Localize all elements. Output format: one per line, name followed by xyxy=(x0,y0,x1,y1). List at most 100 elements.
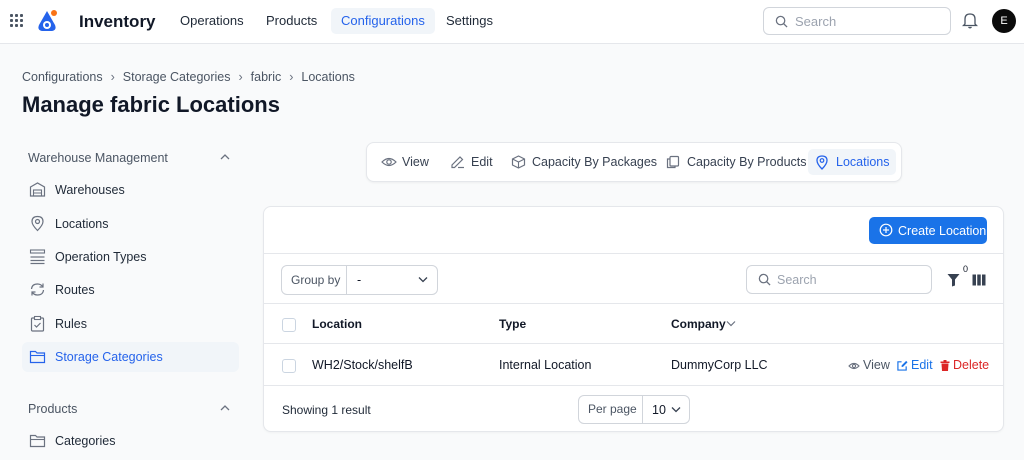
filter-icon[interactable] xyxy=(947,273,960,287)
tab-edit[interactable]: Edit xyxy=(443,149,503,175)
divider xyxy=(264,253,1003,254)
sidebar-item-storage-categories[interactable]: Storage Categories xyxy=(22,342,239,372)
nav-products[interactable]: Products xyxy=(256,8,327,34)
bell-icon[interactable] xyxy=(962,11,978,29)
sidebar-item-label: Locations xyxy=(55,217,109,231)
clipboard-check-icon xyxy=(30,315,45,332)
refresh-icon xyxy=(30,283,45,296)
app-title: Inventory xyxy=(79,12,156,31)
column-header-company[interactable]: Company xyxy=(671,317,726,331)
divider xyxy=(264,303,1003,304)
row-delete-action[interactable]: Delete xyxy=(940,358,989,372)
eye-icon xyxy=(848,362,860,370)
sidebar-item-warehouses[interactable]: Warehouses xyxy=(22,175,239,205)
folder-icon xyxy=(29,350,46,364)
edit-label: Edit xyxy=(911,358,933,372)
tab-capacity-by-products[interactable]: Capacity By Products xyxy=(659,149,807,175)
sidebar-section-warehouse-management[interactable]: Warehouse Management xyxy=(28,151,168,165)
filter-count-badge: 0 xyxy=(963,264,969,274)
breadcrumb: Configurations › Storage Categories › fabric… xyxy=(22,70,355,84)
tab-view[interactable]: View xyxy=(374,149,442,175)
chevron-down-icon[interactable] xyxy=(726,320,736,327)
nav-settings[interactable]: Settings xyxy=(436,8,503,34)
sidebar-section-products[interactable]: Products xyxy=(28,402,77,416)
tab-label: Edit xyxy=(471,155,493,169)
copy-icon xyxy=(666,155,680,169)
search-icon xyxy=(775,15,788,28)
group-by-label: Group by xyxy=(282,266,347,294)
chevron-up-icon[interactable] xyxy=(220,404,230,411)
map-pin-icon xyxy=(31,215,44,232)
tab-label: View xyxy=(402,155,429,169)
global-search-input[interactable]: Search xyxy=(763,7,951,35)
cell-type: Internal Location xyxy=(499,358,592,372)
breadcrumb-storage-categories[interactable]: Storage Categories xyxy=(123,70,231,84)
delete-label: Delete xyxy=(953,358,990,372)
breadcrumb-configurations[interactable]: Configurations xyxy=(22,70,103,84)
search-icon xyxy=(758,273,771,286)
breadcrumb-fabric[interactable]: fabric xyxy=(251,70,282,84)
column-header-type[interactable]: Type xyxy=(499,317,526,331)
package-icon xyxy=(511,155,526,169)
chevron-down-icon xyxy=(418,277,428,283)
nav-operations[interactable]: Operations xyxy=(170,8,254,34)
group-by-select[interactable]: Group by - xyxy=(281,265,438,295)
divider xyxy=(264,343,1003,344)
per-page-value: 10 xyxy=(652,403,666,417)
chevron-up-icon[interactable] xyxy=(220,153,230,160)
chevron-right-icon: › xyxy=(289,70,294,84)
trash-icon xyxy=(940,360,950,371)
map-pin-icon xyxy=(816,155,828,170)
folder-icon xyxy=(29,434,46,448)
sidebar-item-label: Warehouses xyxy=(55,183,125,197)
per-page-label: Per page xyxy=(579,396,643,423)
record-tabs: View Edit Capacity By Packages Capacity … xyxy=(366,142,902,182)
sidebar-item-routes[interactable]: Routes xyxy=(22,275,239,305)
create-location-button[interactable]: Create Location xyxy=(869,217,987,244)
chevron-right-icon: › xyxy=(110,70,115,84)
top-bar: Inventory Operations Products Configurat… xyxy=(0,0,1024,44)
nav-configurations[interactable]: Configurations xyxy=(331,8,435,34)
tab-locations[interactable]: Locations xyxy=(808,149,896,175)
page-title: Manage fabric Locations xyxy=(22,92,280,117)
sidebar-item-rules[interactable]: Rules xyxy=(22,309,239,339)
plus-circle-icon xyxy=(879,223,893,237)
divider xyxy=(264,385,1003,386)
search-placeholder: Search xyxy=(777,273,817,287)
tab-label: Capacity By Packages xyxy=(532,155,658,169)
columns-icon[interactable] xyxy=(972,274,986,286)
select-all-checkbox[interactable] xyxy=(282,318,296,332)
sidebar-item-operation-types[interactable]: Operation Types xyxy=(22,242,239,272)
avatar[interactable]: E xyxy=(992,9,1016,33)
search-placeholder: Search xyxy=(795,14,837,29)
sidebar-item-label: Storage Categories xyxy=(55,350,163,364)
result-count: Showing 1 result xyxy=(282,403,371,417)
app-logo-icon xyxy=(38,10,57,31)
sidebar-item-categories[interactable]: Categories xyxy=(22,426,239,456)
view-label: View xyxy=(863,358,890,372)
cell-company: DummyCorp LLC xyxy=(671,358,768,372)
list-icon xyxy=(29,249,46,265)
table-search-input[interactable]: Search xyxy=(746,265,932,294)
row-edit-action[interactable]: Edit xyxy=(897,358,933,372)
edit-icon xyxy=(897,360,908,371)
cell-location: WH2/Stock/shelfB xyxy=(312,358,413,372)
eye-icon xyxy=(381,157,397,167)
breadcrumb-locations: Locations xyxy=(301,70,355,84)
sidebar-item-label: Categories xyxy=(55,434,116,448)
column-header-location[interactable]: Location xyxy=(312,317,362,331)
chevron-right-icon: › xyxy=(238,70,243,84)
locations-table-card: Create Location Group by - Search 0 Loca… xyxy=(263,206,1004,432)
warehouse-icon xyxy=(29,182,46,197)
pencil-icon xyxy=(451,156,464,169)
app-grid-icon[interactable] xyxy=(10,14,24,28)
row-view-action[interactable]: View xyxy=(848,358,890,372)
tab-label: Locations xyxy=(836,155,890,169)
sidebar-item-locations[interactable]: Locations xyxy=(22,209,239,239)
sidebar-item-label: Operation Types xyxy=(55,250,147,264)
tab-capacity-by-packages[interactable]: Capacity By Packages xyxy=(504,149,657,175)
sidebar-item-label: Rules xyxy=(55,317,87,331)
per-page-select[interactable]: Per page 10 xyxy=(578,395,690,424)
row-checkbox[interactable] xyxy=(282,359,296,373)
chevron-down-icon xyxy=(671,407,681,413)
